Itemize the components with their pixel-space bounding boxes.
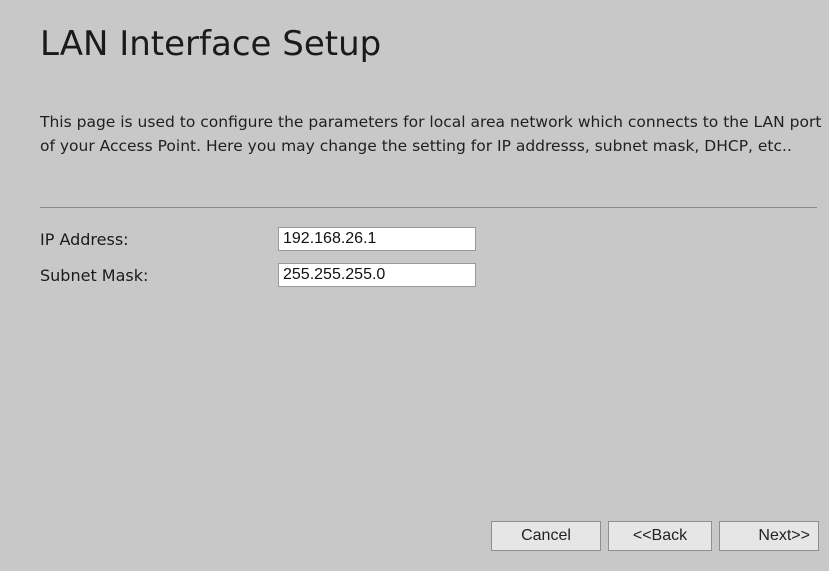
cancel-button[interactable]: Cancel (491, 521, 601, 551)
next-button[interactable]: Next>> (719, 521, 819, 551)
ip-address-label: IP Address: (40, 230, 129, 249)
subnet-mask-row: Subnet Mask: (40, 263, 500, 291)
section-divider (40, 207, 817, 208)
subnet-mask-label: Subnet Mask: (40, 266, 149, 285)
intro-description: This page is used to configure the param… (40, 113, 822, 155)
ip-address-input[interactable] (278, 227, 476, 251)
ip-address-row: IP Address: (40, 227, 500, 255)
lan-setup-page: LAN Interface Setup This page is used to… (0, 0, 829, 571)
back-button[interactable]: <<Back (608, 521, 712, 551)
page-title: LAN Interface Setup (40, 24, 382, 64)
subnet-mask-input[interactable] (278, 263, 476, 287)
